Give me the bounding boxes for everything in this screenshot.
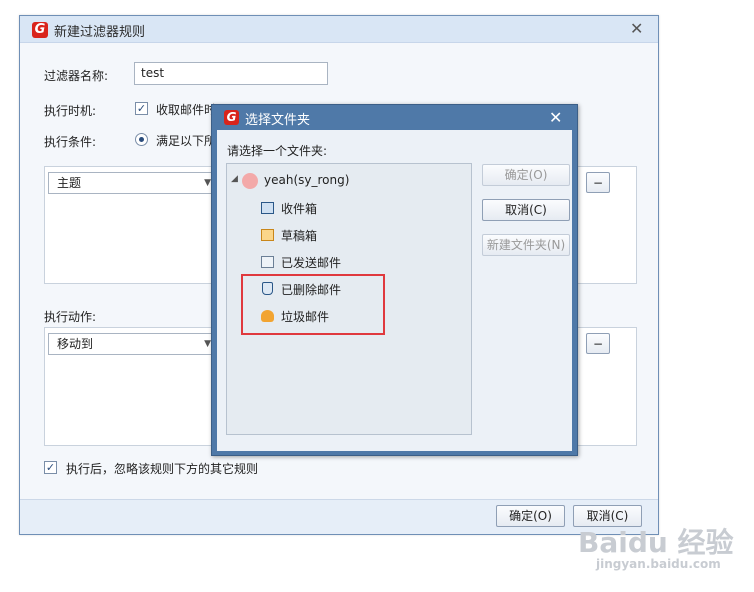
app-logo-icon: G	[32, 22, 48, 38]
chevron-down-icon: ▼	[204, 339, 211, 349]
drafts-icon	[261, 229, 274, 241]
ok-button[interactable]: 确定(O)	[496, 505, 565, 527]
on-receive-checkbox[interactable]: ✓	[135, 102, 148, 115]
select-folder-prompt: 请选择一个文件夹:	[227, 144, 328, 158]
actions-label: 执行动作:	[44, 310, 97, 324]
account-avatar-icon	[242, 173, 258, 189]
match-all-radio[interactable]	[135, 133, 148, 146]
baidu-watermark-url: jingyan.baidu.com	[596, 557, 721, 571]
account-name: yeah(sy_rong)	[264, 173, 350, 187]
baidu-watermark-brand: Baidu 经验	[578, 526, 734, 559]
folder-label: 收件箱	[281, 202, 318, 216]
ok-button[interactable]: 确定(O)	[482, 164, 570, 186]
match-all-label: 满足以下所	[156, 134, 217, 148]
app-logo-icon: G	[224, 110, 239, 125]
condition-field-select[interactable]: 主题 ▼	[48, 172, 216, 194]
expand-arrow-icon[interactable]: ◢	[231, 174, 238, 184]
dialog-title: 新建过滤器规则	[54, 25, 146, 40]
dialog-footer: 确定(O) 取消(C)	[20, 499, 658, 534]
title-bar[interactable]: G 新建过滤器规则 ✕	[20, 16, 658, 43]
exec-time-label: 执行时机:	[44, 104, 97, 118]
folder-label: 草稿箱	[281, 229, 318, 243]
close-icon[interactable]: ✕	[549, 110, 562, 126]
new-folder-button[interactable]: 新建文件夹(N)	[482, 234, 570, 256]
close-icon[interactable]: ✕	[630, 21, 643, 37]
cancel-button[interactable]: 取消(C)	[482, 199, 570, 221]
filter-name-label: 过滤器名称:	[44, 69, 109, 83]
folder-label: 已发送邮件	[281, 256, 342, 270]
ignore-rules-checkbox[interactable]: ✓	[44, 461, 57, 474]
exec-condition-label: 执行条件:	[44, 135, 97, 149]
action-select[interactable]: 移动到 ▼	[48, 333, 216, 355]
sent-mail-icon	[261, 256, 274, 268]
inbox-icon	[261, 202, 274, 214]
filter-name-input[interactable]: test	[134, 62, 328, 85]
remove-action-button[interactable]: −	[586, 333, 610, 354]
remove-condition-button[interactable]: −	[586, 172, 610, 193]
condition-field-value: 主题	[57, 176, 82, 190]
ignore-rules-label: 执行后，忽略该规则下方的其它规则	[66, 462, 259, 476]
on-receive-label: 收取邮件时	[156, 103, 217, 117]
action-value: 移动到	[57, 337, 94, 351]
folder-dialog-title: 选择文件夹	[245, 113, 311, 128]
chevron-down-icon: ▼	[204, 178, 211, 188]
highlight-box	[241, 274, 385, 335]
